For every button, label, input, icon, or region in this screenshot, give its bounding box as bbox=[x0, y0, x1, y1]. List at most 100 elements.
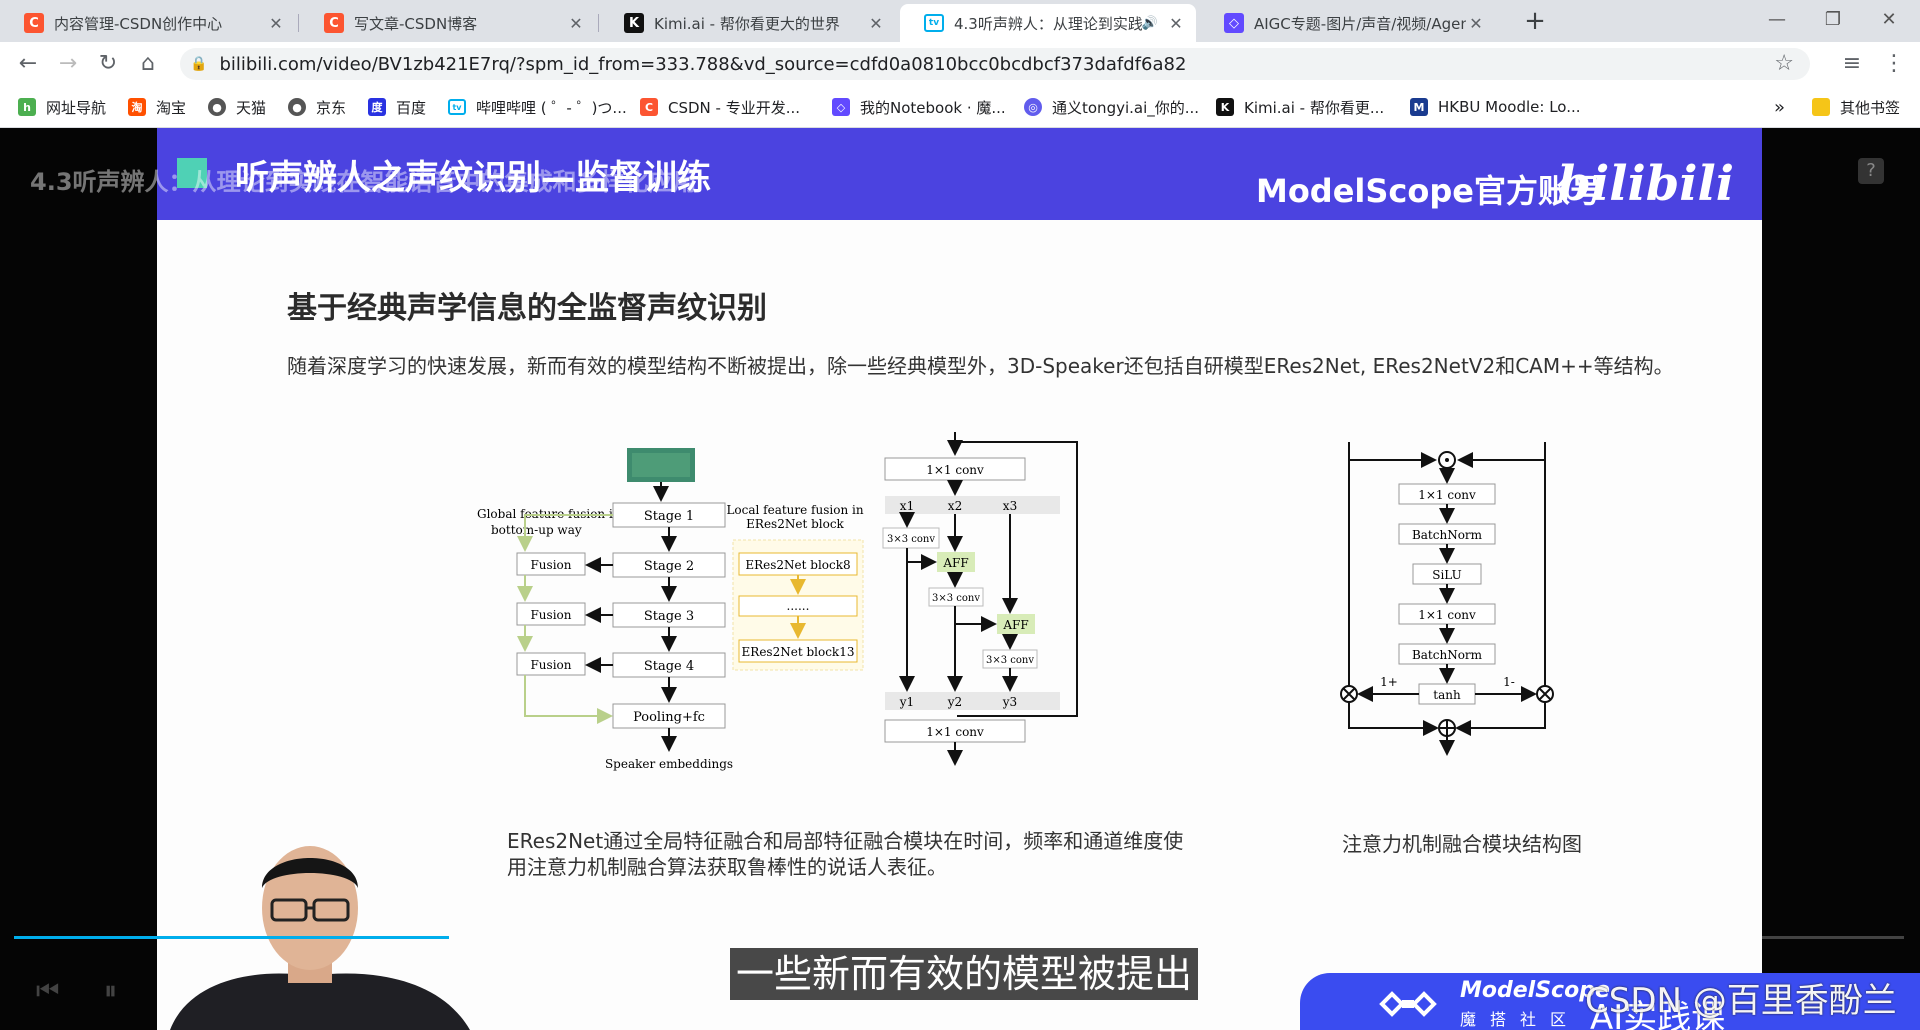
bookmark-item[interactable]: 淘淘宝 bbox=[128, 96, 186, 118]
conv-label: 1×1 conv bbox=[926, 725, 984, 739]
other-bookmarks[interactable]: 其他书签 bbox=[1812, 96, 1900, 118]
y-label: y2 bbox=[947, 695, 962, 709]
close-icon[interactable]: ✕ bbox=[566, 14, 586, 33]
caption-right: 注意力机制融合模块结构图 bbox=[1342, 832, 1582, 856]
reload-icon[interactable]: ↻ bbox=[94, 50, 122, 78]
conv3-label: 3×3 conv bbox=[887, 534, 935, 545]
conv-label: 1×1 conv bbox=[926, 463, 984, 477]
stage-label: Stage 1 bbox=[644, 509, 694, 524]
slide-header-brand: ModelScope官方账号 bbox=[1255, 172, 1602, 210]
bookmark-item[interactable]: 度百度 bbox=[368, 96, 426, 118]
bookmark-item[interactable]: K Kimi.ai - 帮你看更... bbox=[1216, 96, 1384, 118]
slide-heading: 基于经典声学信息的全监督声纹识别 bbox=[287, 291, 767, 326]
browser-tab-active[interactable]: tv 4.3听声辨人：从理论到实践 🔊 ✕ bbox=[900, 4, 1196, 42]
stage-label: Stage 3 bbox=[644, 609, 694, 624]
close-icon[interactable]: ✕ bbox=[1466, 14, 1486, 33]
bookmark-item[interactable]: C CSDN - 专业开发... bbox=[640, 96, 800, 118]
bookmark-item[interactable]: ◎ 通义tongyi.ai_你的... bbox=[1024, 96, 1199, 118]
modelscope-icon: ◇ bbox=[832, 98, 850, 116]
block-label: ERes2Net block8 bbox=[745, 558, 850, 572]
close-icon[interactable]: ✕ bbox=[1166, 14, 1186, 33]
browser-tab[interactable]: K Kimi.ai - 帮你看更大的世界 ✕ bbox=[600, 4, 896, 42]
moodle-icon: M bbox=[1410, 98, 1428, 116]
local-fusion-label: ERes2Net block bbox=[746, 517, 844, 531]
layer-label: 1×1 conv bbox=[1418, 608, 1476, 622]
bookmark-item[interactable]: ● 京东 bbox=[288, 96, 346, 118]
pause-icon[interactable]: ⏸ bbox=[104, 976, 117, 1007]
aff-label: AFF bbox=[942, 556, 968, 570]
video-player[interactable]: 听声辨人之声纹识别—监督训练 ModelScope官方账号 bilibili 基… bbox=[0, 128, 1920, 1030]
tab-strip: C 内容管理-CSDN创作中心 ✕ C 写文章-CSDN博客 ✕ K Kimi.… bbox=[0, 0, 1920, 42]
minimize-button[interactable]: — bbox=[1752, 4, 1802, 36]
fusion-label: Fusion bbox=[530, 558, 571, 572]
browser-tab[interactable]: C 写文章-CSDN博客 ✕ bbox=[300, 4, 596, 42]
attention-fusion-diagram: 1×1 conv BatchNorm SiLU 1×1 conv BatchNo… bbox=[1340, 442, 1554, 756]
gate-label: 1- bbox=[1503, 675, 1515, 689]
slide-paragraph: 随着深度学习的快速发展，新而有效的模型结构不断被提出，除一些经典模型外，3D-S… bbox=[287, 354, 1674, 378]
block-label: ...... bbox=[787, 599, 810, 613]
tongyi-icon: ◎ bbox=[1024, 98, 1042, 116]
bookmark-item[interactable]: M HKBU Moodle: Lo... bbox=[1410, 96, 1581, 118]
taobao-icon: 淘 bbox=[128, 98, 146, 116]
menu-icon[interactable]: ⋮ bbox=[1880, 50, 1908, 78]
new-tab-button[interactable]: + bbox=[1520, 6, 1550, 36]
aff-label: AFF bbox=[1002, 618, 1028, 632]
kimi-icon: K bbox=[1216, 98, 1234, 116]
speaker-icon[interactable]: 🔊 bbox=[1142, 16, 1158, 31]
forward-icon[interactable]: → bbox=[54, 50, 82, 78]
modelscope-icon: ◇ bbox=[1224, 13, 1244, 33]
lock-icon[interactable]: 🔒 bbox=[190, 56, 207, 72]
block-label: ERes2Net block13 bbox=[742, 645, 855, 659]
progress-bar[interactable] bbox=[14, 936, 1904, 939]
bookmarks-overflow[interactable]: » bbox=[1774, 96, 1785, 118]
caption-left: ERes2Net通过全局特征融合和局部特征融合模块在时间，频率和通道维度使用注意… bbox=[507, 829, 1184, 879]
gate-label: 1+ bbox=[1380, 675, 1398, 689]
presenter-webcam bbox=[170, 846, 470, 1030]
layer-label: BatchNorm bbox=[1412, 528, 1483, 542]
bookmark-star-icon[interactable]: ☆ bbox=[1774, 51, 1794, 76]
help-icon[interactable]: ? bbox=[1858, 158, 1884, 184]
close-icon[interactable]: ✕ bbox=[866, 14, 886, 33]
globe-icon: ● bbox=[208, 98, 226, 116]
bookmark-item[interactable]: ● 天猫 bbox=[208, 96, 266, 118]
x-label: x2 bbox=[948, 499, 962, 513]
back-icon[interactable]: ← bbox=[14, 50, 42, 78]
address-bar[interactable]: 🔒 bilibili.com/video/BV1zb421E7rq/?spm_i… bbox=[180, 48, 1810, 80]
modelscope-logo-icon bbox=[1379, 991, 1437, 1017]
global-fusion-label: bottom-up way bbox=[491, 523, 582, 537]
fusion-label: Fusion bbox=[530, 608, 571, 622]
folder-icon bbox=[1812, 98, 1830, 116]
bookmark-item[interactable]: h 网址导航 bbox=[18, 96, 106, 118]
tab-title: AIGC专题-图片/声音/视频/Agent bbox=[1254, 14, 1466, 33]
url-text[interactable]: bilibili.com/video/BV1zb421E7rq/?spm_id_… bbox=[219, 54, 1186, 75]
close-icon[interactable]: ✕ bbox=[266, 14, 286, 33]
x-label: x3 bbox=[1003, 499, 1017, 513]
browser-tab[interactable]: C 内容管理-CSDN创作中心 ✕ bbox=[0, 4, 296, 42]
pooling-label: Pooling+fc bbox=[633, 710, 705, 725]
tab-title: 4.3听声辨人：从理论到实践 bbox=[954, 14, 1142, 33]
layer-label: SiLU bbox=[1432, 568, 1461, 582]
hao123-icon: h bbox=[18, 98, 36, 116]
tab-title: 内容管理-CSDN创作中心 bbox=[54, 14, 223, 33]
bilibili-icon: tv bbox=[448, 99, 466, 115]
browser-tab[interactable]: ◇ AIGC专题-图片/声音/视频/Agent ✕ bbox=[1200, 4, 1496, 42]
csdn-icon: C bbox=[640, 98, 658, 116]
restore-button[interactable]: ❐ bbox=[1808, 4, 1858, 36]
baidu-icon: 度 bbox=[368, 98, 386, 116]
csdn-icon: C bbox=[324, 13, 344, 33]
reading-list-icon[interactable]: ≡ bbox=[1838, 50, 1866, 78]
close-window-button[interactable]: ✕ bbox=[1864, 4, 1914, 36]
conv3-label: 3×3 conv bbox=[932, 593, 980, 604]
y-label: y3 bbox=[1002, 695, 1017, 709]
bilibili-icon: tv bbox=[924, 14, 944, 32]
bookmark-item[interactable]: ◇ 我的Notebook · 魔... bbox=[832, 96, 1006, 118]
bookmark-item[interactable]: tv 哔哩哔哩 ( ゜- ゜)つ... bbox=[448, 96, 627, 118]
video-subtitle: 一些新而有效的模型被提出 bbox=[730, 948, 1199, 1000]
modelscope-banner-sub: 魔搭社区 bbox=[1460, 1010, 1581, 1029]
home-icon[interactable]: ⌂ bbox=[134, 50, 162, 78]
previous-icon[interactable]: ⏮ bbox=[36, 976, 59, 1007]
progress-fill bbox=[14, 936, 449, 939]
bilibili-logo: bilibili bbox=[1557, 156, 1734, 212]
y-label: y1 bbox=[899, 695, 914, 709]
tab-title: 写文章-CSDN博客 bbox=[354, 14, 478, 33]
